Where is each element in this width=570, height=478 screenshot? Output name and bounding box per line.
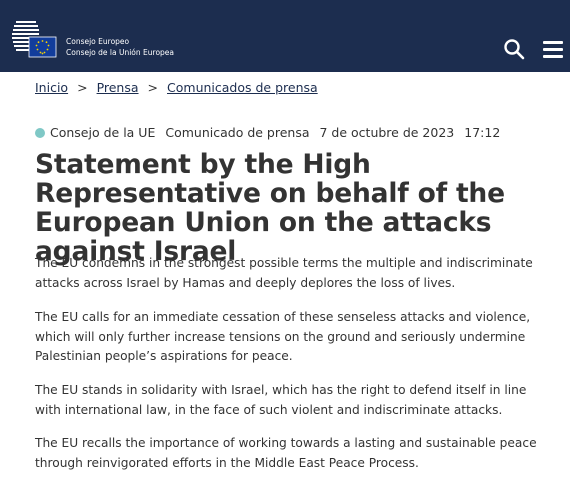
page-title: Statement by the High Representative on …: [35, 149, 505, 267]
breadcrumb-link-inicio[interactable]: Inicio: [35, 80, 68, 95]
meta-date: 7 de octubre de 2023: [319, 125, 455, 140]
logo-line-2: Consejo de la Unión Europea: [66, 48, 175, 57]
article-paragraph: The EU stands in solidarity with Israel,…: [35, 383, 527, 417]
breadcrumb-link-prensa[interactable]: Prensa: [97, 80, 139, 95]
breadcrumb-separator: >: [77, 80, 88, 95]
breadcrumb-separator: >: [147, 80, 159, 95]
meta-type: Comunicado de prensa: [165, 125, 310, 140]
article-paragraph: The EU condemns in the strongest possibl…: [35, 256, 533, 290]
breadcrumb: Inicio > Prensa > Comunicados de prensa: [35, 80, 318, 95]
meta-institution: Consejo de la UE: [50, 125, 156, 140]
article-meta: Consejo de la UE Comunicado de prensa 7 …: [35, 125, 510, 140]
institution-dot-icon: [35, 127, 45, 138]
logo-line-1: Consejo Europeo: [66, 37, 130, 46]
logo-text[interactable]: Consejo Europeo Consejo de la Unión Euro…: [66, 36, 174, 58]
council-logo-icon[interactable]: [10, 17, 60, 59]
site-header: Consejo Europeo Consejo de la Unión Euro…: [0, 0, 570, 72]
article-paragraph: The EU recalls the importance of working…: [35, 436, 537, 470]
search-icon[interactable]: [503, 38, 525, 60]
article-paragraph: The EU calls for an immediate cessation …: [35, 310, 531, 363]
breadcrumb-link-comunicados[interactable]: Comunicados de prensa: [167, 80, 318, 95]
hamburger-menu-icon[interactable]: [541, 38, 565, 60]
meta-time: 17:12: [464, 125, 501, 140]
